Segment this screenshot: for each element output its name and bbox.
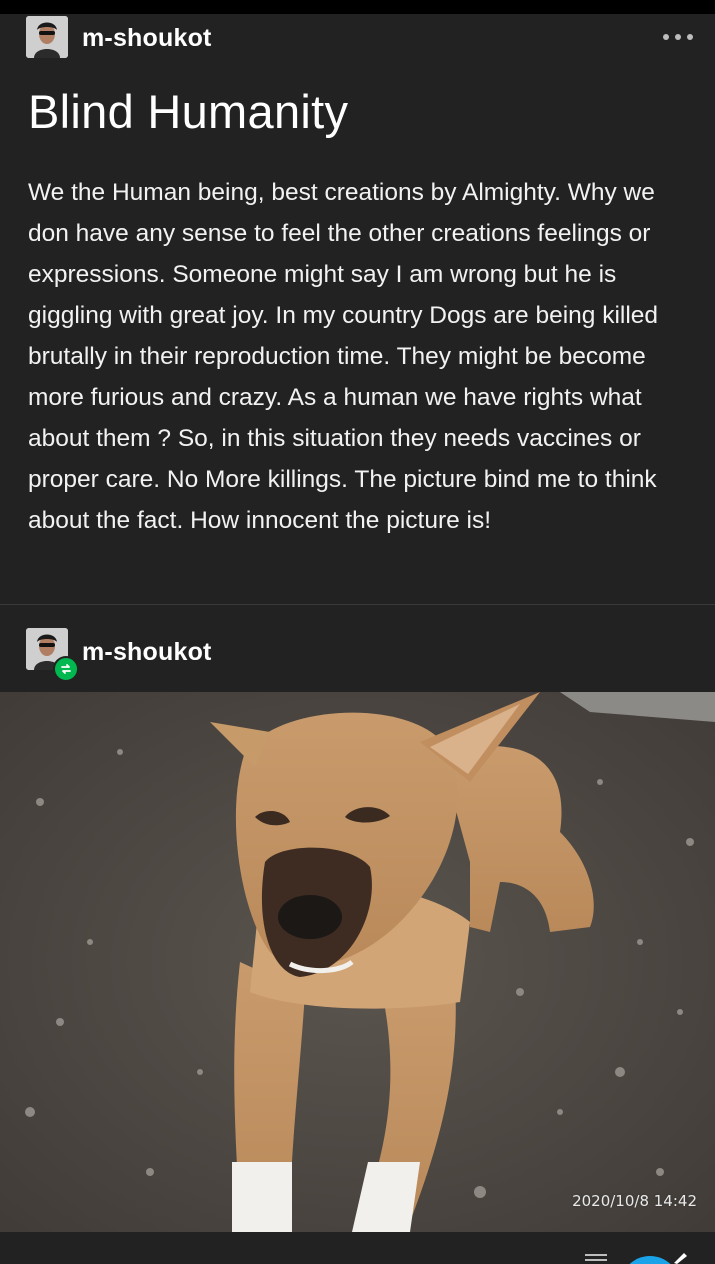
bottom-bar: [0, 1232, 715, 1264]
divider: [0, 604, 715, 605]
pencil-icon: [674, 1253, 687, 1264]
more-options-button[interactable]: [663, 28, 693, 46]
ellipsis-dot: [675, 34, 681, 40]
reblog-author-name[interactable]: m-shoukot: [82, 638, 212, 667]
status-bar: [0, 0, 715, 14]
post-body-text: We the Human being, best creations by Al…: [28, 179, 659, 534]
filter-icon[interactable]: [585, 1254, 607, 1264]
post-author-name[interactable]: m-shoukot: [82, 24, 212, 53]
photo-timestamp: 2020/10/8 14:42: [572, 1192, 697, 1210]
ellipsis-icon: [663, 34, 669, 40]
ellipsis-dot: [687, 34, 693, 40]
author-avatar[interactable]: [26, 16, 68, 58]
reblog-header: m-shoukot: [0, 618, 715, 682]
post-header: m-shoukot: [0, 14, 715, 66]
post-photo[interactable]: 2020/10/8 14:42: [0, 692, 715, 1232]
post-title: Blind Humanity: [28, 85, 349, 138]
reblog-icon: [53, 656, 79, 682]
